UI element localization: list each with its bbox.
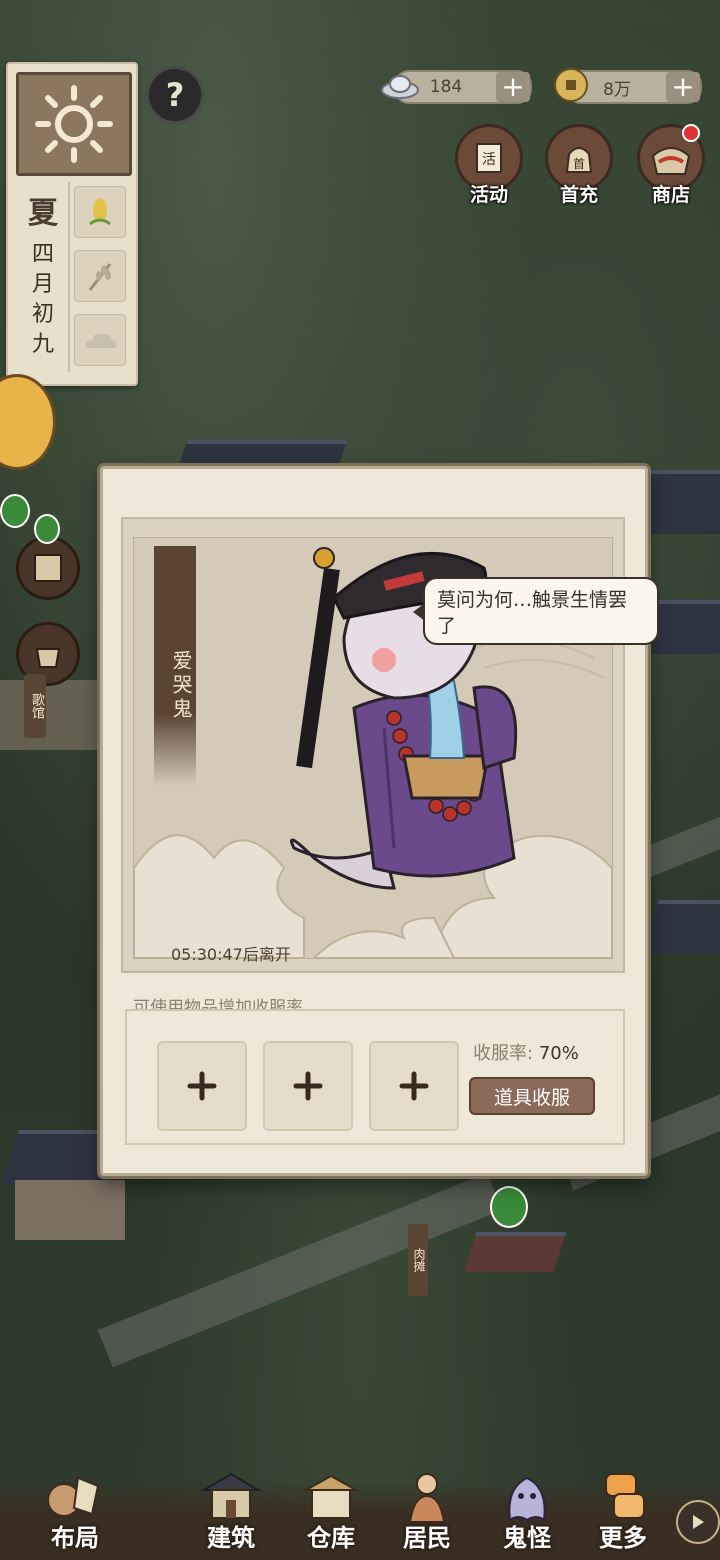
season-panel[interactable]: 夏 四 月 初 九 bbox=[6, 62, 138, 386]
first-recharge-button[interactable]: 首 首充 bbox=[544, 124, 614, 210]
shop-button[interactable]: 商店 bbox=[636, 124, 706, 210]
upgrade-arrow-icon[interactable] bbox=[490, 1186, 528, 1228]
add-item-icon bbox=[399, 1071, 429, 1101]
capture-rate: 收服率: 70% bbox=[473, 1043, 579, 1064]
nav-residents[interactable]: 居民 bbox=[382, 1468, 472, 1560]
copper-coin-icon bbox=[552, 66, 590, 108]
help-button[interactable]: ? bbox=[146, 66, 204, 124]
corn-crop-icon[interactable] bbox=[74, 186, 126, 238]
nav-ghosts[interactable]: 鬼怪 bbox=[482, 1468, 572, 1560]
play-arrow-icon bbox=[693, 1515, 704, 1529]
item-capture-button[interactable]: 道具收服 bbox=[469, 1077, 595, 1115]
add-item-icon bbox=[187, 1071, 217, 1101]
svg-text:首: 首 bbox=[573, 157, 585, 171]
upgrade-arrow-icon[interactable] bbox=[0, 494, 30, 528]
teahouse-label: 歌馆 bbox=[24, 674, 46, 738]
item-slot-1[interactable] bbox=[157, 1041, 247, 1131]
leave-timer: 05:30:47后离开 bbox=[171, 945, 291, 964]
stall-roof bbox=[463, 1232, 567, 1272]
weather-sun-icon[interactable] bbox=[16, 72, 132, 176]
cloud-weather-icon[interactable] bbox=[74, 314, 126, 366]
book-icon[interactable] bbox=[16, 536, 80, 600]
nav-next-arrow-button[interactable] bbox=[676, 1500, 720, 1544]
ghost-name-banner: 爱哭鬼 bbox=[154, 546, 196, 786]
meat-stall-label: 肉摊 bbox=[408, 1224, 428, 1296]
wheat-crop-icon[interactable] bbox=[74, 250, 126, 302]
ghost-capture-dialog: 爱哭鬼 莫问为何…触景生情罢了 05:30:47后离开 可使用物品增加收服率 收… bbox=[100, 466, 659, 1176]
activity-button[interactable]: 活 活动 bbox=[454, 124, 524, 210]
notification-dot bbox=[682, 124, 700, 142]
calendar-date: 四 月 初 九 bbox=[31, 242, 54, 357]
building-roof bbox=[641, 900, 720, 954]
nav-layout[interactable]: 布局 bbox=[30, 1468, 120, 1560]
season-name: 夏 bbox=[28, 196, 58, 231]
silver-currency-bar: 184 + bbox=[381, 70, 532, 104]
residents-icon bbox=[396, 1468, 458, 1524]
stone-road bbox=[97, 1172, 503, 1368]
item-slot-2[interactable] bbox=[263, 1041, 353, 1131]
add-silver-button[interactable]: + bbox=[496, 72, 530, 102]
silver-ingot-icon bbox=[380, 66, 420, 106]
more-icon bbox=[592, 1468, 654, 1524]
ghost-speech-bubble: 莫问为何…触景生情罢了 bbox=[413, 577, 659, 645]
nav-building[interactable]: 建筑 bbox=[186, 1468, 276, 1560]
add-item-icon bbox=[293, 1071, 323, 1101]
building-wall bbox=[15, 1180, 125, 1240]
nav-more[interactable]: 更多 bbox=[578, 1468, 668, 1560]
building-wall bbox=[0, 680, 100, 750]
building-icon bbox=[200, 1468, 262, 1524]
coin-currency-bar: 8万 + bbox=[554, 68, 702, 104]
item-slot-panel: 收服率: 70% 道具收服 bbox=[125, 1009, 625, 1145]
add-coins-button[interactable]: + bbox=[666, 72, 700, 102]
item-slot-3[interactable] bbox=[369, 1041, 459, 1131]
upgrade-arrow-icon[interactable] bbox=[34, 514, 60, 544]
svg-text:活: 活 bbox=[482, 152, 496, 168]
warehouse-icon bbox=[300, 1468, 362, 1524]
season-date-column: 夏 四 月 初 九 bbox=[18, 182, 70, 372]
nav-warehouse[interactable]: 仓库 bbox=[286, 1468, 376, 1560]
ghost-icon bbox=[496, 1468, 558, 1524]
layout-icon bbox=[44, 1468, 106, 1524]
